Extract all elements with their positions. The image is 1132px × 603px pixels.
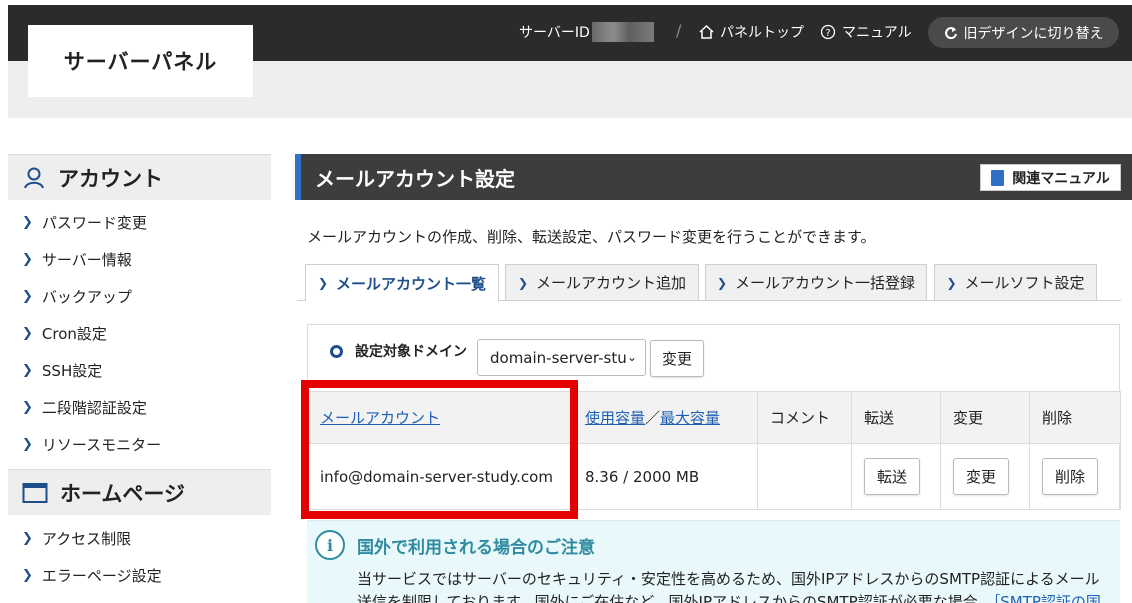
sidebar-item-label: Cron設定	[41, 325, 107, 343]
chevron-right-icon: ❯	[22, 252, 33, 267]
home-icon	[698, 24, 715, 40]
sidebar-item-error-page[interactable]: ❯ エラーページ設定	[22, 565, 162, 586]
server-id: サーバーID	[519, 22, 654, 42]
domain-selector-row: 設定対象ドメイン	[330, 341, 473, 361]
sidebar-item-label: バックアップ	[41, 288, 132, 306]
browser-window-icon	[22, 482, 48, 503]
server-id-label: サーバーID	[519, 25, 590, 41]
tab-label: メールソフト設定	[964, 274, 1085, 292]
sidebar-item-label: リソースモニター	[41, 436, 162, 454]
svg-text:?: ?	[825, 28, 830, 39]
sidebar-item-cron[interactable]: ❯ Cron設定	[22, 323, 107, 344]
chevron-right-icon: ❯	[22, 437, 33, 452]
sidebar-item-resource-monitor[interactable]: ❯ リソースモニター	[22, 434, 161, 455]
domain-select[interactable]: domain-server-stu ⌄	[477, 339, 646, 376]
old-design-button[interactable]: 旧デザインに切り替え	[928, 17, 1119, 48]
col-header-usage: 使用容量／最大容量	[572, 391, 758, 444]
domain-label: 設定対象ドメイン	[355, 344, 467, 360]
notice-text: 当サービスではサーバーのセキュリティ・安定性を高めるため、国外IPアドレスからの…	[357, 568, 1112, 603]
tab-mail-software[interactable]: ❯ メールソフト設定	[934, 264, 1097, 301]
chevron-right-icon: ❯	[716, 275, 728, 290]
sidebar-item-backup[interactable]: ❯ バックアップ	[22, 286, 132, 307]
user-icon	[24, 167, 44, 188]
homepage-heading-label: ホームページ	[60, 481, 185, 506]
tab-label: メールアカウント追加	[536, 274, 687, 292]
chevron-right-icon: ❯	[22, 400, 33, 415]
radio-circle-icon	[330, 344, 343, 358]
chevron-right-icon: ❯	[22, 289, 33, 304]
tab-label: メールアカウント一括登録	[735, 274, 916, 292]
chevron-right-icon: ❯	[517, 275, 529, 290]
header-separator: /	[676, 21, 682, 40]
manual-link[interactable]: ? マニュアル	[820, 22, 912, 42]
chevron-right-icon: ❯	[22, 568, 33, 583]
sidebar-heading-account: アカウント	[8, 154, 271, 200]
red-highlight-box	[301, 380, 578, 519]
tab-mail-account-list[interactable]: ❯ メールアカウント一覧	[305, 264, 499, 302]
tab-mail-account-bulk[interactable]: ❯ メールアカウント一括登録	[705, 264, 927, 301]
cell-usage: 8.36 / 2000 MB	[572, 443, 758, 510]
chevron-down-icon: ❯	[317, 276, 329, 290]
delete-button[interactable]: 削除	[1042, 458, 1099, 495]
chevron-right-icon: ❯	[22, 363, 33, 378]
refresh-icon	[944, 26, 957, 39]
forward-button[interactable]: 転送	[864, 458, 921, 495]
sidebar-item-2fa[interactable]: ❯ 二段階認証設定	[22, 397, 147, 418]
cell-change: 変更	[940, 443, 1030, 510]
sidebar-item-label: エラーページ設定	[41, 567, 162, 585]
server-panel-logo[interactable]: サーバーパネル	[28, 25, 253, 97]
usage-separator: ／	[645, 409, 661, 427]
cell-comment	[757, 443, 852, 510]
panel-top-link[interactable]: パネルトップ	[698, 22, 804, 42]
notice-title-label: 国外で利用される場合のご注意	[357, 537, 595, 558]
tab-mail-account-add[interactable]: ❯ メールアカウント追加	[505, 264, 699, 301]
chevron-right-icon: ❯	[22, 215, 33, 230]
sidebar-item-label: パスワード変更	[41, 214, 147, 232]
sort-by-usage-link[interactable]: 使用容量	[585, 409, 645, 427]
related-manual-label: 関連マニュアル	[1012, 170, 1110, 187]
smtp-auth-link[interactable]: ［SMTP認証の国	[993, 593, 1101, 603]
sidebar-item-label: 二段階認証設定	[41, 399, 147, 417]
sidebar-item-access-restriction[interactable]: ❯ アクセス制限	[22, 528, 131, 549]
sidebar-item-label: アクセス制限	[41, 530, 132, 548]
book-icon	[991, 169, 1005, 186]
sidebar-item-label: SSH設定	[41, 362, 103, 380]
chevron-right-icon: ❯	[22, 326, 33, 341]
change-button[interactable]: 変更	[953, 458, 1010, 495]
domain-select-value: domain-server-stu	[490, 348, 627, 367]
col-header-delete: 削除	[1029, 391, 1121, 444]
info-icon: i	[315, 530, 345, 560]
account-heading-label: アカウント	[58, 166, 163, 191]
notice-title: i 国外で利用される場合のご注意	[315, 530, 595, 560]
sidebar-item-server-info[interactable]: ❯ サーバー情報	[22, 249, 132, 270]
cell-delete: 削除	[1029, 443, 1121, 510]
sort-by-max-link[interactable]: 最大容量	[660, 409, 720, 427]
manual-label: マニュアル	[842, 25, 912, 41]
chevron-right-icon: ❯	[946, 275, 957, 290]
col-header-comment: コメント	[757, 391, 852, 444]
chevron-down-icon: ⌄	[626, 350, 637, 364]
sidebar-item-label: サーバー情報	[41, 251, 132, 269]
col-header-change: 変更	[940, 391, 1030, 444]
sidebar-heading-homepage: ホームページ	[8, 469, 271, 515]
sidebar-item-ssh[interactable]: ❯ SSH設定	[22, 360, 102, 381]
server-id-redacted-value	[591, 22, 654, 42]
cell-forward: 転送	[851, 443, 941, 510]
notice-body: 当サービスではサーバーのセキュリティ・安定性を高めるため、国外IPアドレスからの…	[357, 570, 1100, 603]
panel-top-label: パネルトップ	[720, 25, 804, 41]
related-manual-button[interactable]: 関連マニュアル	[980, 164, 1121, 191]
chevron-right-icon: ❯	[22, 531, 33, 546]
page-description: メールアカウントの作成、削除、転送設定、パスワード変更を行うことができます。	[307, 228, 876, 246]
question-circle-icon: ?	[820, 24, 836, 40]
tab-label: メールアカウント一覧	[336, 274, 487, 293]
sidebar-item-password[interactable]: ❯ パスワード変更	[22, 212, 147, 233]
domain-change-button[interactable]: 変更	[650, 340, 704, 377]
old-design-label: 旧デザインに切り替え	[963, 25, 1104, 42]
col-header-forward: 転送	[851, 391, 941, 444]
